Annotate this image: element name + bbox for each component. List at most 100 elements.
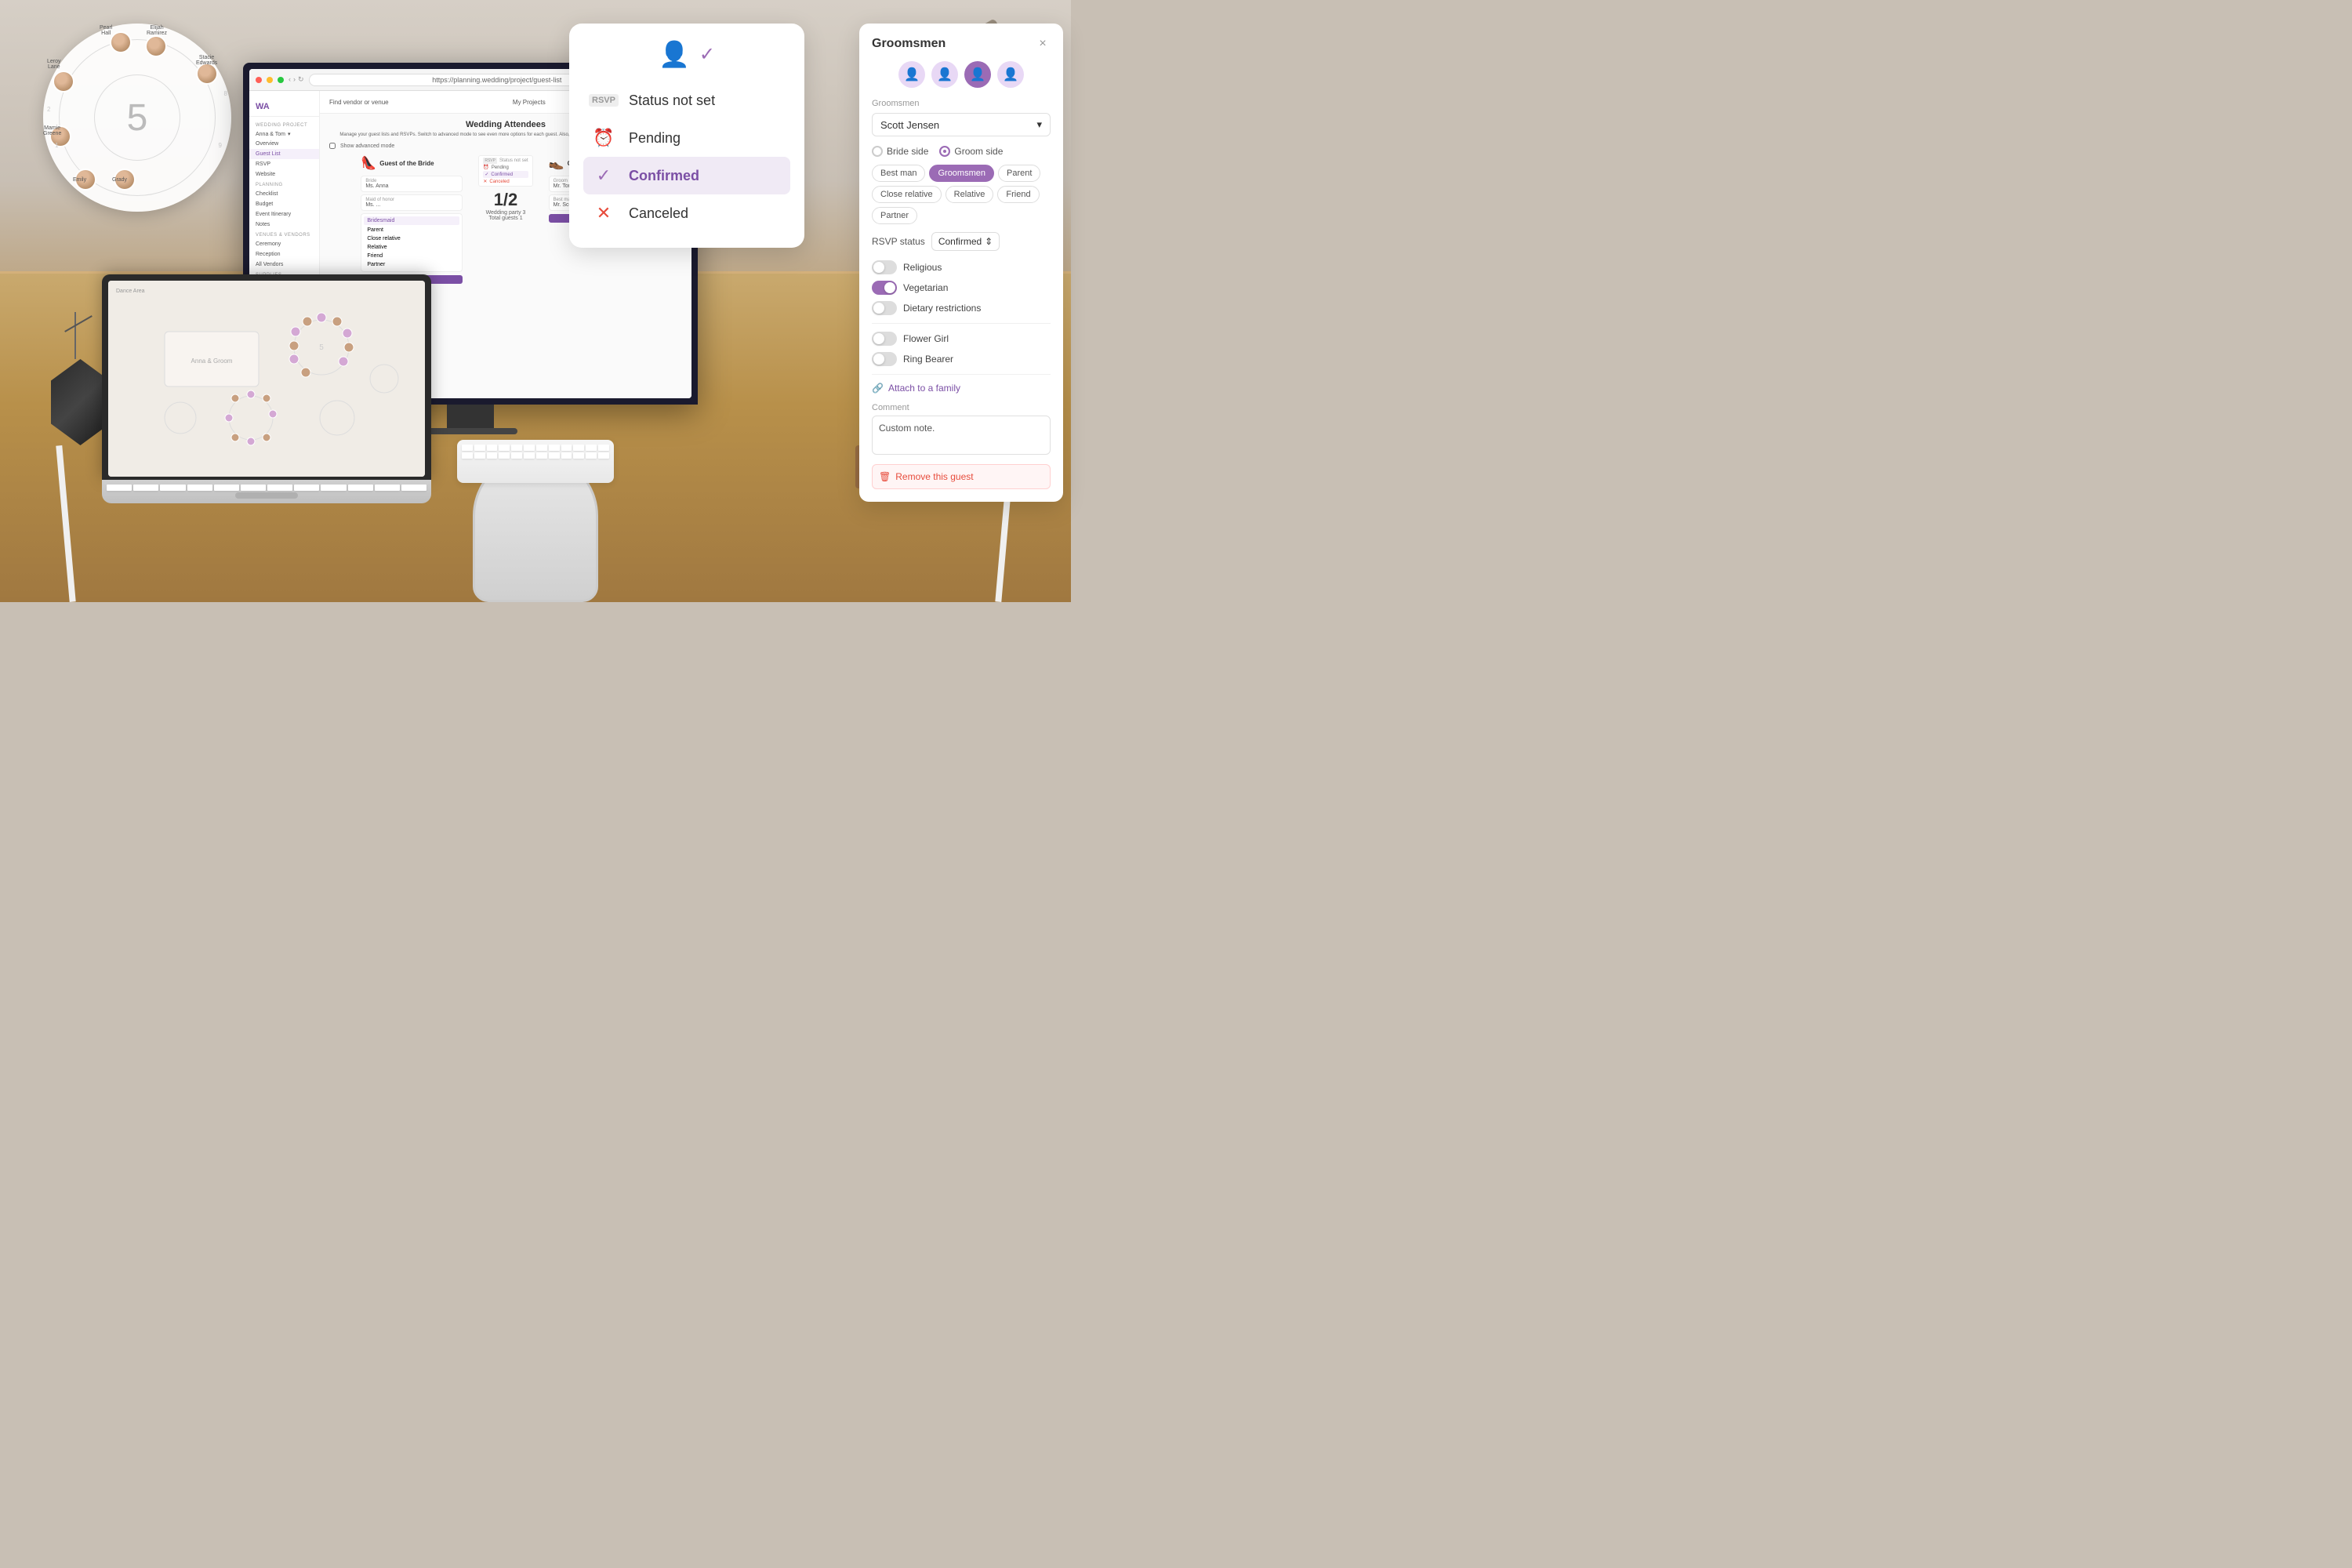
- flower-girl-toggle-row: Flower Girl: [872, 332, 1051, 346]
- sidebar-item-all-vendors[interactable]: All Vendors: [249, 260, 319, 270]
- dietary-toggle-row: Dietary restrictions: [872, 301, 1051, 315]
- religious-toggle[interactable]: [872, 260, 897, 274]
- tag-close-relative[interactable]: Close relative: [872, 186, 942, 203]
- key-4: [187, 485, 212, 491]
- sidebar-project-name[interactable]: Anna & Tom ▾: [249, 129, 319, 139]
- sidebar-item-checklist[interactable]: Checklist: [249, 189, 319, 199]
- dietary-toggle[interactable]: [872, 301, 897, 315]
- sidebar-item-overview[interactable]: Overview: [249, 139, 319, 149]
- browser-dot-minimize[interactable]: [267, 77, 273, 83]
- wedding-party-stat: Wedding party 3: [478, 210, 532, 216]
- ring-bearer-toggle[interactable]: [872, 352, 897, 366]
- rsvp-confirmed-icon: ✓: [591, 163, 616, 188]
- rsvp-canceled-icon: ✕: [591, 201, 616, 226]
- sidebar-item-guest-list[interactable]: Guest List: [249, 149, 319, 159]
- sidebar-item-event-itinerary[interactable]: Event Itinerary: [249, 209, 319, 220]
- role-option-bridesmaid[interactable]: Bridesmaid: [364, 216, 459, 225]
- seat-label-7: Grady: [112, 177, 127, 183]
- desk-keyboard-keys: [457, 440, 614, 463]
- rsvp-label-icon: RSVP: [591, 88, 616, 113]
- role-option-close-relative[interactable]: Close relative: [364, 234, 459, 243]
- groom-side-radio[interactable]: Groom side: [939, 146, 1003, 157]
- rsvp-mini-canceled[interactable]: ✕Canceled: [483, 179, 528, 184]
- panel-close-button[interactable]: ×: [1035, 36, 1051, 52]
- project-dropdown-arrow: ▾: [288, 131, 291, 137]
- role-dropdown[interactable]: Bridesmaid Parent Close relative Relativ…: [361, 213, 463, 272]
- rsvp-pending[interactable]: ⏰ Pending: [591, 119, 782, 157]
- sidebar-item-notes[interactable]: Notes: [249, 220, 319, 230]
- tag-partner[interactable]: Partner: [872, 207, 917, 224]
- role-option-parent[interactable]: Parent: [364, 226, 459, 234]
- remove-guest-label: Remove this guest: [895, 471, 973, 482]
- advanced-mode-checkbox[interactable]: [329, 143, 336, 149]
- seat-label-6: Emily: [73, 177, 86, 183]
- rsvp-confirmed[interactable]: ✓ Confirmed: [583, 157, 790, 194]
- rsvp-mini-pending[interactable]: ⏰Pending: [483, 165, 528, 170]
- dkey-11: [586, 445, 597, 451]
- flower-girl-toggle[interactable]: [872, 332, 897, 346]
- seating-chart-widget: 5 PearlHall ElijahRamirez StacieEdwards …: [43, 24, 231, 212]
- key-11: [375, 485, 400, 491]
- sidebar-item-budget[interactable]: Budget: [249, 199, 319, 209]
- rsvp-mini-confirmed[interactable]: ✓Confirmed: [483, 171, 528, 178]
- dkey-22: [573, 452, 584, 459]
- sidebar-project-section: WEDDING PROJECT: [249, 120, 319, 129]
- side-panel: Groomsmen × 👤 👤 👤 👤 Groomsmen Scott Jens…: [859, 24, 1063, 502]
- rsvp-mini-status-not-set[interactable]: RSVP Status not set: [483, 158, 528, 164]
- rsvp-pending-label: Pending: [629, 130, 681, 147]
- name-selector[interactable]: Scott Jensen ▾: [872, 113, 1051, 136]
- find-vendor-link[interactable]: Find vendor or venue: [329, 99, 389, 106]
- vase-body: [51, 359, 110, 445]
- laptop-screen-inner: Dance Area Anna & Groom 5: [108, 281, 425, 477]
- tag-relative[interactable]: Relative: [946, 186, 994, 203]
- sidebar-item-rsvp[interactable]: RSVP: [249, 159, 319, 169]
- monitor-base: [423, 428, 517, 434]
- rsvp-status-select[interactable]: Confirmed ⇕: [931, 232, 1000, 251]
- tag-parent[interactable]: Parent: [998, 165, 1040, 182]
- bride-side-radio[interactable]: Bride side: [872, 146, 928, 157]
- laptop: Dance Area Anna & Groom 5: [102, 274, 431, 503]
- rsvp-canceled[interactable]: ✕ Canceled: [591, 194, 782, 232]
- avatar-3-active: 👤: [964, 61, 991, 88]
- tag-groomsmen[interactable]: Groomsmen: [929, 165, 994, 182]
- vegetarian-toggle[interactable]: [872, 281, 897, 295]
- role-option-friend[interactable]: Friend: [364, 252, 459, 260]
- key-9: [321, 485, 346, 491]
- browser-dot-close[interactable]: [256, 77, 262, 83]
- keyboard-keys: [102, 480, 431, 495]
- sidebar-item-reception[interactable]: Reception: [249, 249, 319, 260]
- ring-bearer-toggle-knob: [873, 354, 884, 365]
- comment-text: Custom note.: [879, 423, 935, 434]
- panel-title: Groomsmen: [872, 37, 946, 51]
- rsvp-status-label: RSVP status: [872, 236, 925, 247]
- rsvp-person-icon: 👤: [659, 39, 690, 69]
- advanced-mode-label: Show advanced mode: [340, 143, 394, 149]
- rsvp-status-value: Confirmed: [938, 236, 982, 247]
- moh-value: Ms. ...: [365, 202, 458, 208]
- tag-friend[interactable]: Friend: [997, 186, 1039, 203]
- rsvp-status-not-set[interactable]: RSVP Status not set: [591, 82, 782, 119]
- attach-family-link[interactable]: 🔗 Attach to a family: [872, 383, 1051, 394]
- laptop-seating-svg: Anna & Groom 5: [118, 285, 416, 473]
- dkey-6: [524, 445, 535, 451]
- sidebar-logo: WA: [249, 97, 319, 117]
- rsvp-popup-header: 👤 ✓: [591, 39, 782, 69]
- role-option-relative[interactable]: Relative: [364, 243, 459, 252]
- sidebar-venues-section: VENUES & VENDORS: [249, 230, 319, 239]
- groom-icon: 👞: [549, 155, 564, 171]
- rsvp-confirmed-label: Confirmed: [629, 168, 699, 184]
- comment-textarea[interactable]: Custom note.: [872, 416, 1051, 455]
- tag-best-man[interactable]: Best man: [872, 165, 925, 182]
- remove-guest-button[interactable]: 🗑 Remove this guest: [872, 464, 1051, 489]
- seat-number-2: 2: [47, 106, 50, 113]
- my-projects-link[interactable]: My Projects: [513, 99, 546, 106]
- key-6: [241, 485, 266, 491]
- attach-label: Attach to a family: [888, 383, 960, 394]
- role-option-partner[interactable]: Partner: [364, 260, 459, 269]
- sidebar-item-ceremony[interactable]: Ceremony: [249, 239, 319, 249]
- plant-stem: [74, 312, 76, 359]
- vegetarian-label: Vegetarian: [903, 282, 948, 293]
- rsvp-mini-dropdown[interactable]: RSVP Status not set ⏰Pending ✓Confirmed: [478, 155, 532, 187]
- sidebar-item-website[interactable]: Website: [249, 169, 319, 180]
- browser-dot-maximize[interactable]: [278, 77, 284, 83]
